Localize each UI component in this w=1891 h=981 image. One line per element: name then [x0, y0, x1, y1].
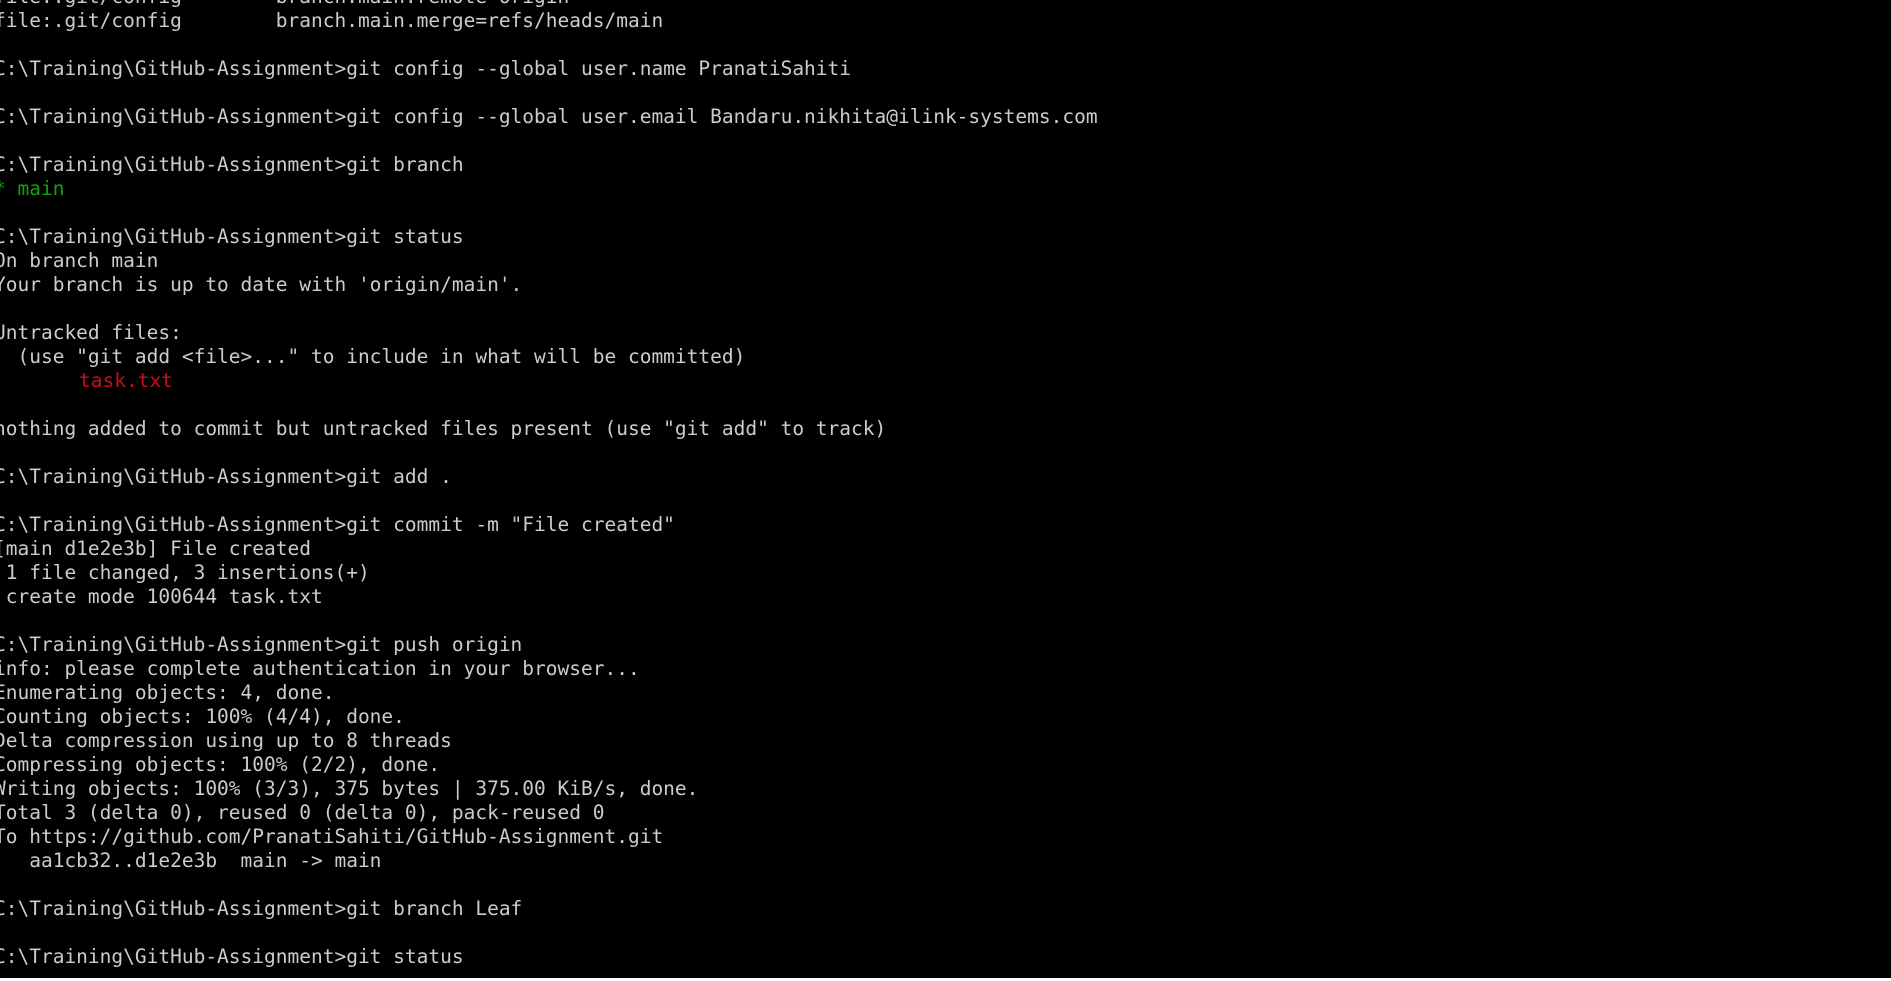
line-text: Delta compression using up to 8 threads	[0, 729, 452, 752]
terminal-line: Writing objects: 100% (3/3), 375 bytes |…	[0, 777, 1891, 801]
line-text: Untracked files:	[0, 321, 182, 344]
terminal-line: C:\Training\GitHub-Assignment>git branch	[0, 153, 1891, 177]
line-text: nothing added to commit but untracked fi…	[0, 417, 887, 440]
line-text: C:\Training\GitHub-Assignment>git status	[0, 945, 464, 968]
line-text: file:.git/config branch.main.merge=refs/…	[0, 9, 664, 32]
colored-line-text: * main	[0, 177, 65, 200]
line-text: create mode 100644 task.txt	[0, 585, 323, 608]
terminal-line: Counting objects: 100% (4/4), done.	[0, 705, 1891, 729]
line-text: file:.git/config branch.main.remote=orig…	[0, 0, 569, 8]
line-text: (use "git add <file>..." to include in w…	[0, 345, 746, 368]
terminal-line: To https://github.com/PranatiSahiti/GitH…	[0, 825, 1891, 849]
line-text: C:\Training\GitHub-Assignment>git config…	[0, 105, 1098, 128]
terminal-line: C:\Training\GitHub-Assignment>git config…	[0, 57, 1891, 81]
line-text: C:\Training\GitHub-Assignment>git branch…	[0, 897, 523, 920]
terminal-line: C:\Training\GitHub-Assignment>git commit…	[0, 513, 1891, 537]
line-text: Enumerating objects: 4, done.	[0, 681, 335, 704]
terminal-line: * main	[0, 177, 1891, 201]
terminal-line: (use "git add <file>..." to include in w…	[0, 345, 1891, 369]
colored-line-text: task.txt	[79, 369, 173, 392]
terminal-line: On branch main	[0, 249, 1891, 273]
terminal-window[interactable]: file:.git/config branch.main.remote=orig…	[0, 0, 1891, 981]
line-text: 1 file changed, 3 insertions(+)	[0, 561, 370, 584]
line-text: Total 3 (delta 0), reused 0 (delta 0), p…	[0, 801, 605, 824]
line-text: Compressing objects: 100% (2/2), done.	[0, 753, 441, 776]
line-text: On branch main	[0, 249, 159, 272]
terminal-line: aa1cb32..d1e2e3b main -> main	[0, 849, 1891, 873]
screen: file:.git/config branch.main.remote=orig…	[0, 0, 1891, 981]
line-text: C:\Training\GitHub-Assignment>git commit…	[0, 513, 675, 536]
line-text: C:\Training\GitHub-Assignment>git branch	[0, 153, 464, 176]
terminal-line: C:\Training\GitHub-Assignment>git branch…	[0, 897, 1891, 921]
terminal-line: file:.git/config branch.main.remote=orig…	[0, 0, 1891, 9]
terminal-line: nothing added to commit but untracked fi…	[0, 417, 1891, 441]
line-text: C:\Training\GitHub-Assignment>git add .	[0, 465, 452, 488]
terminal-line: Delta compression using up to 8 threads	[0, 729, 1891, 753]
terminal-line: create mode 100644 task.txt	[0, 585, 1891, 609]
terminal-line: C:\Training\GitHub-Assignment>git status	[0, 945, 1891, 969]
line-text: [main d1e2e3b] File created	[0, 537, 311, 560]
line-text: C:\Training\GitHub-Assignment>git push o…	[0, 633, 523, 656]
terminal-output: file:.git/config branch.main.remote=orig…	[0, 0, 1891, 969]
line-text: C:\Training\GitHub-Assignment>git config…	[0, 57, 852, 80]
terminal-line: 1 file changed, 3 insertions(+)	[0, 561, 1891, 585]
line-text: C:\Training\GitHub-Assignment>git status	[0, 225, 464, 248]
terminal-line: C:\Training\GitHub-Assignment>git config…	[0, 105, 1891, 129]
line-text: Counting objects: 100% (4/4), done.	[0, 705, 405, 728]
terminal-line: [main d1e2e3b] File created	[0, 537, 1891, 561]
terminal-line: C:\Training\GitHub-Assignment>git status	[0, 225, 1891, 249]
terminal-line: info: please complete authentication in …	[0, 657, 1891, 681]
terminal-line: Compressing objects: 100% (2/2), done.	[0, 753, 1891, 777]
terminal-line: Enumerating objects: 4, done.	[0, 681, 1891, 705]
terminal-line: task.txt	[0, 369, 1891, 393]
terminal-line: C:\Training\GitHub-Assignment>git add .	[0, 465, 1891, 489]
terminal-line: C:\Training\GitHub-Assignment>git push o…	[0, 633, 1891, 657]
terminal-line: Total 3 (delta 0), reused 0 (delta 0), p…	[0, 801, 1891, 825]
line-text: Your branch is up to date with 'origin/m…	[0, 273, 523, 296]
terminal-line: Your branch is up to date with 'origin/m…	[0, 273, 1891, 297]
line-text: Writing objects: 100% (3/3), 375 bytes |…	[0, 777, 699, 800]
line-text: To https://github.com/PranatiSahiti/GitH…	[0, 825, 664, 848]
terminal-line: Untracked files:	[0, 321, 1891, 345]
line-text: info: please complete authentication in …	[0, 657, 640, 680]
line-text: aa1cb32..d1e2e3b main -> main	[0, 849, 382, 872]
terminal-line: file:.git/config branch.main.merge=refs/…	[0, 9, 1891, 33]
